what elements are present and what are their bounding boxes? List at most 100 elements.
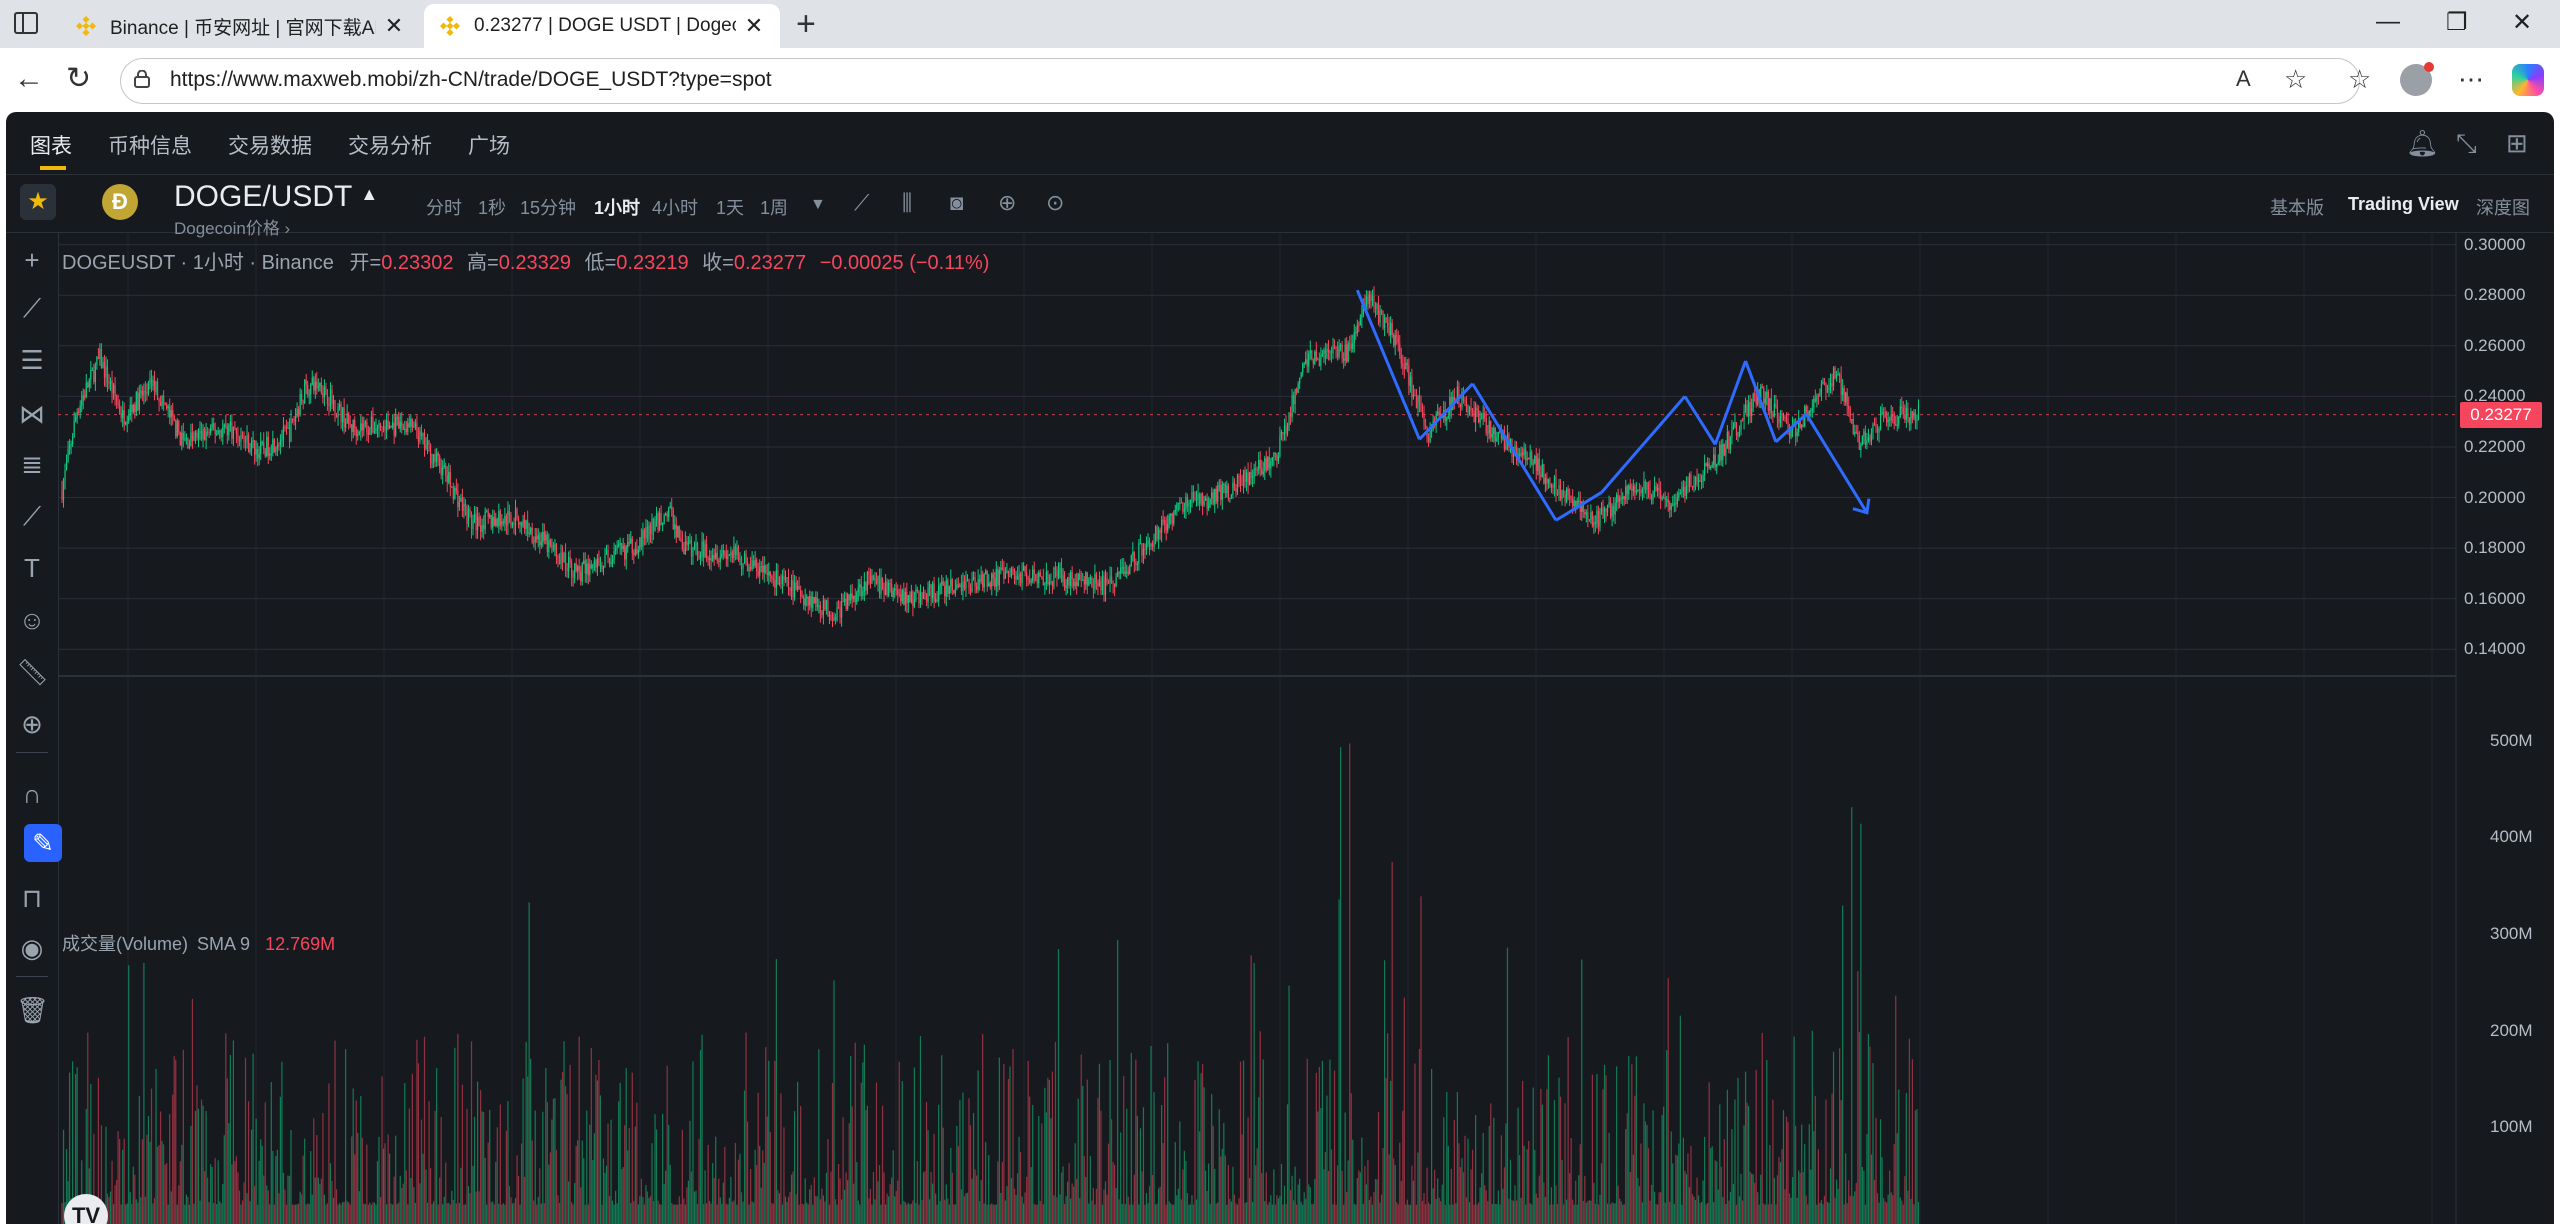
interval-tick[interactable]: 分时 — [426, 194, 462, 220]
horizontal-lines-icon[interactable]: ☰ — [16, 344, 48, 376]
read-aloud-icon[interactable]: A — [2236, 64, 2251, 94]
candle — [298, 408, 300, 416]
candle — [1024, 565, 1026, 573]
interval-1w[interactable]: 1周 — [760, 194, 788, 220]
candle — [79, 405, 81, 413]
candle — [687, 542, 690, 545]
emoji-icon[interactable]: ☺ — [16, 604, 48, 636]
tab-coin-info[interactable]: 币种信息 — [108, 130, 192, 160]
settings-icon[interactable]: ⊙ — [1046, 190, 1064, 216]
volume-bar — [1379, 1202, 1381, 1224]
unlock-icon[interactable]: ⊓ — [16, 882, 48, 914]
volume-bar — [687, 1180, 690, 1224]
profile-avatar[interactable] — [2400, 62, 2434, 96]
tab-trading-analysis[interactable]: 交易分析 — [348, 130, 432, 160]
favorites-icon[interactable]: ☆ — [2348, 64, 2371, 94]
camera-icon[interactable]: ◙ — [950, 190, 963, 216]
interval-1s[interactable]: 1秒 — [478, 194, 506, 220]
fib-icon[interactable]: ≣ — [16, 448, 48, 480]
new-tab-icon[interactable]: + — [796, 7, 816, 41]
volume-bar — [1464, 1135, 1466, 1224]
volume-bar — [1552, 1204, 1554, 1224]
volume-bar — [335, 1189, 338, 1224]
view-depth[interactable]: 深度图 — [2476, 194, 2530, 220]
volume-bar — [1711, 1146, 1713, 1224]
collapse-icon[interactable]: ⤡ — [2456, 128, 2477, 160]
interval-dropdown-icon[interactable]: ▼ — [810, 196, 826, 214]
volume-bar — [1377, 1111, 1380, 1224]
interval-4h[interactable]: 4小时 — [652, 194, 698, 220]
close-tab-icon[interactable]: ✕ — [744, 13, 764, 39]
candle — [1529, 452, 1531, 460]
favorite-star-icon[interactable]: ★ — [20, 184, 56, 220]
candle — [1385, 317, 1387, 323]
lock-icon[interactable] — [134, 70, 150, 88]
candle — [1514, 445, 1516, 450]
volume-bar — [1139, 1128, 1142, 1224]
sidebar-toggle-icon[interactable] — [14, 12, 38, 34]
interval-1d[interactable]: 1天 — [716, 194, 744, 220]
add-circle-icon[interactable]: ⊕ — [998, 190, 1016, 216]
view-basic[interactable]: 基本版 — [2270, 194, 2324, 220]
close-tab-icon[interactable]: ✕ — [384, 13, 404, 39]
candle — [1186, 496, 1189, 507]
copilot-icon[interactable] — [2512, 64, 2544, 96]
favorite-star-icon[interactable]: ☆ — [2284, 64, 2307, 94]
candle — [1085, 572, 1087, 585]
candle — [357, 434, 359, 437]
eye-icon[interactable]: ◉ — [16, 932, 48, 964]
candle — [1332, 345, 1334, 354]
tab-trading-data[interactable]: 交易数据 — [228, 130, 312, 160]
ruler-icon[interactable]: 📏︎ — [16, 656, 49, 688]
more-icon[interactable]: ⋯ — [2458, 64, 2484, 94]
volume-bar — [1864, 1204, 1867, 1224]
candle — [690, 540, 693, 557]
brush-icon[interactable]: ⟋ — [16, 500, 48, 532]
indicators-icon[interactable]: ⟋ — [854, 190, 869, 216]
price-chart[interactable] — [58, 232, 2468, 1224]
browser-tab-binance[interactable]: Binance | 币安网址 | 官网下载APP ✕ — [60, 4, 420, 48]
volume-bar — [302, 1155, 304, 1224]
volume-bar — [1336, 1165, 1339, 1224]
browser-tab-doge[interactable]: 0.23277 | DOGE USDT | Dogecoin ✕ — [424, 4, 780, 48]
candle — [1324, 349, 1327, 359]
volume-bar — [1549, 1204, 1551, 1224]
candle — [507, 511, 509, 526]
back-icon[interactable]: ← — [14, 62, 44, 96]
tab-square[interactable]: 广场 — [468, 130, 510, 160]
candle-type-icon[interactable]: ⫼ — [902, 190, 912, 216]
lock-drawing-icon[interactable]: ✎ — [24, 824, 62, 862]
bell-icon[interactable]: 🔔︎ — [2406, 128, 2439, 159]
volume-bar — [332, 1197, 335, 1224]
volume-bar — [1748, 1106, 1750, 1224]
volume-bar — [527, 1076, 529, 1224]
candle — [385, 420, 388, 431]
zoom-in-icon[interactable]: ⊕ — [16, 708, 48, 740]
pair-selector[interactable]: DOGE/USDT ▲ — [174, 180, 378, 214]
candle — [551, 544, 553, 546]
interval-15m[interactable]: 15分钟 — [520, 194, 576, 220]
volume-bar — [131, 1204, 133, 1224]
volume-bar — [561, 1071, 564, 1224]
reload-icon[interactable]: ↻ — [66, 62, 91, 96]
crosshair-icon[interactable]: + — [16, 244, 48, 276]
volume-bar — [1306, 1058, 1308, 1224]
magnet-icon[interactable]: ∩ — [16, 778, 48, 810]
volume-bar — [1112, 1162, 1114, 1224]
close-window-icon[interactable]: ✕ — [2512, 8, 2532, 37]
minimize-icon[interactable]: — — [2376, 8, 2400, 36]
view-tradingview[interactable]: Trading View — [2348, 194, 2459, 215]
restore-icon[interactable]: ❐ — [2446, 8, 2468, 37]
volume-bar — [1012, 1049, 1014, 1224]
tab-chart[interactable]: 图表 — [30, 130, 72, 160]
candle — [384, 426, 386, 431]
interval-1h[interactable]: 1小时 — [594, 194, 640, 220]
volume-bar — [807, 1204, 809, 1224]
text-icon[interactable]: T — [16, 552, 48, 584]
trash-icon[interactable]: 🗑︎ — [16, 994, 49, 1026]
volume-bar — [185, 1194, 187, 1224]
layout-grid-icon[interactable]: ⊞ — [2506, 128, 2528, 159]
volume-bar — [1731, 1129, 1733, 1224]
pattern-icon[interactable]: ⋈ — [16, 398, 48, 430]
trend-line-icon[interactable]: ⟋ — [16, 292, 48, 324]
